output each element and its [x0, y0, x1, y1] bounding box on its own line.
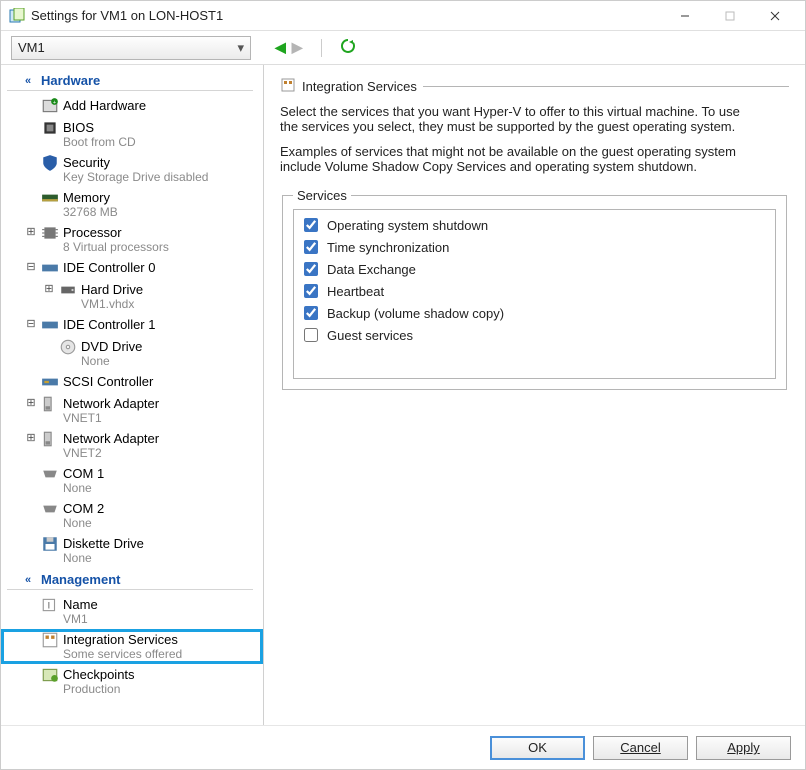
tree-bios[interactable]: BIOSBoot from CD [1, 117, 263, 152]
vm-selector-value: VM1 [18, 40, 45, 55]
services-icon [41, 632, 59, 648]
toolbar: VM1 ▾ ◀ ▶ [1, 31, 805, 65]
service-row: Backup (volume shadow copy) [300, 302, 769, 324]
tree-diskette[interactable]: Diskette DriveNone [1, 533, 263, 568]
tree-scsi[interactable]: SCSI Controller [1, 371, 263, 393]
section-hardware[interactable]: « Hardware [7, 71, 253, 91]
service-row: Heartbeat [300, 280, 769, 302]
chip-icon [41, 120, 59, 136]
tree-name[interactable]: I NameVM1 [1, 594, 263, 629]
expand-icon[interactable]: ⊞ [25, 396, 37, 409]
forward-arrow-icon[interactable]: ▶ [292, 39, 303, 56]
titlebar: Settings for VM1 on LON-HOST1 [1, 1, 805, 31]
checkpoint-icon [41, 667, 59, 683]
cancel-button[interactable]: Cancel [593, 736, 688, 760]
back-arrow-icon[interactable]: ◀ [275, 39, 286, 56]
minimize-button[interactable] [662, 2, 707, 30]
tree-ide1[interactable]: ⊟ IDE Controller 1 [1, 314, 263, 336]
window-title: Settings for VM1 on LON-HOST1 [31, 8, 662, 23]
app-icon [9, 8, 25, 24]
serial-port-icon [41, 501, 59, 517]
tree-processor[interactable]: ⊞ Processor8 Virtual processors [1, 222, 263, 257]
settings-window: Settings for VM1 on LON-HOST1 VM1 ▾ ◀ ▶ … [0, 0, 806, 770]
tree-add-hardware[interactable]: + Add Hardware [1, 95, 263, 117]
settings-tree: « Hardware + Add Hardware BIOSBoot from … [1, 65, 264, 725]
service-label: Heartbeat [327, 284, 384, 299]
chevron-down-icon: ▾ [237, 40, 244, 56]
expand-icon[interactable]: ⊞ [25, 431, 37, 444]
add-hardware-icon: + [41, 98, 59, 114]
collapse-icon: « [25, 574, 35, 586]
service-checkbox[interactable] [304, 306, 318, 320]
controller-icon [41, 317, 59, 333]
window-buttons [662, 2, 797, 30]
details-panel: Integration Services Select the services… [264, 65, 805, 725]
tree-memory[interactable]: Memory32768 MB [1, 187, 263, 222]
svg-text:+: + [53, 100, 56, 106]
service-row: Operating system shutdown [300, 214, 769, 236]
collapse-icon[interactable]: ⊟ [25, 260, 37, 273]
service-checkbox[interactable] [304, 262, 318, 276]
tree-com2[interactable]: COM 2None [1, 498, 263, 533]
service-checkbox[interactable] [304, 328, 318, 342]
service-checkbox[interactable] [304, 240, 318, 254]
panel-description-1: Select the services that you want Hyper-… [280, 104, 760, 134]
tree-network-adapter-1[interactable]: ⊞ Network AdapterVNET1 [1, 393, 263, 428]
expand-icon[interactable]: ⊞ [25, 225, 37, 238]
tree-integration-services[interactable]: Integration ServicesSome services offere… [1, 629, 263, 664]
body: « Hardware + Add Hardware BIOSBoot from … [1, 65, 805, 725]
services-legend: Services [293, 188, 351, 203]
service-row: Time synchronization [300, 236, 769, 258]
service-label: Operating system shutdown [327, 218, 488, 233]
service-checkbox[interactable] [304, 284, 318, 298]
tree-ide0[interactable]: ⊟ IDE Controller 0 [1, 257, 263, 279]
shield-icon [41, 155, 59, 171]
section-management[interactable]: « Management [7, 570, 253, 590]
nic-icon [41, 396, 59, 412]
service-label: Data Exchange [327, 262, 416, 277]
tree-dvd[interactable]: DVD DriveNone [1, 336, 263, 371]
tree-com1[interactable]: COM 1None [1, 463, 263, 498]
memory-icon [41, 190, 59, 206]
scsi-icon [41, 374, 59, 390]
reload-button[interactable] [340, 38, 356, 57]
nav-arrows: ◀ ▶ [275, 39, 303, 56]
service-label: Time synchronization [327, 240, 449, 255]
disc-icon [59, 339, 77, 355]
panel-description-2: Examples of services that might not be a… [280, 144, 760, 174]
svg-text:I: I [48, 600, 51, 610]
button-bar: OK Cancel Apply [1, 725, 805, 769]
expand-icon[interactable]: ⊞ [43, 282, 55, 295]
services-checklist: Operating system shutdown Time synchroniz… [293, 209, 776, 379]
nic-icon [41, 431, 59, 447]
tree-checkpoints[interactable]: CheckpointsProduction [1, 664, 263, 699]
services-group: Services Operating system shutdown Time s… [282, 188, 787, 390]
controller-icon [41, 260, 59, 276]
apply-button[interactable]: Apply [696, 736, 791, 760]
close-button[interactable] [752, 2, 797, 30]
tree-security[interactable]: SecurityKey Storage Drive disabled [1, 152, 263, 187]
panel-title-line [423, 86, 789, 87]
collapse-icon[interactable]: ⊟ [25, 317, 37, 330]
vm-selector[interactable]: VM1 ▾ [11, 36, 251, 60]
service-label: Guest services [327, 328, 413, 343]
floppy-icon [41, 536, 59, 552]
panel-title: Integration Services [302, 79, 417, 94]
toolbar-divider [321, 39, 322, 57]
tag-icon: I [41, 597, 59, 613]
collapse-icon: « [25, 75, 35, 87]
serial-port-icon [41, 466, 59, 482]
ok-button[interactable]: OK [490, 736, 585, 760]
services-icon [280, 77, 296, 96]
service-label: Backup (volume shadow copy) [327, 306, 504, 321]
cpu-icon [41, 225, 59, 241]
service-checkbox[interactable] [304, 218, 318, 232]
hdd-icon [59, 282, 77, 298]
tree-hard-drive[interactable]: ⊞ Hard DriveVM1.vhdx [1, 279, 263, 314]
tree-network-adapter-2[interactable]: ⊞ Network AdapterVNET2 [1, 428, 263, 463]
service-row: Guest services [300, 324, 769, 346]
maximize-button[interactable] [707, 2, 752, 30]
service-row: Data Exchange [300, 258, 769, 280]
